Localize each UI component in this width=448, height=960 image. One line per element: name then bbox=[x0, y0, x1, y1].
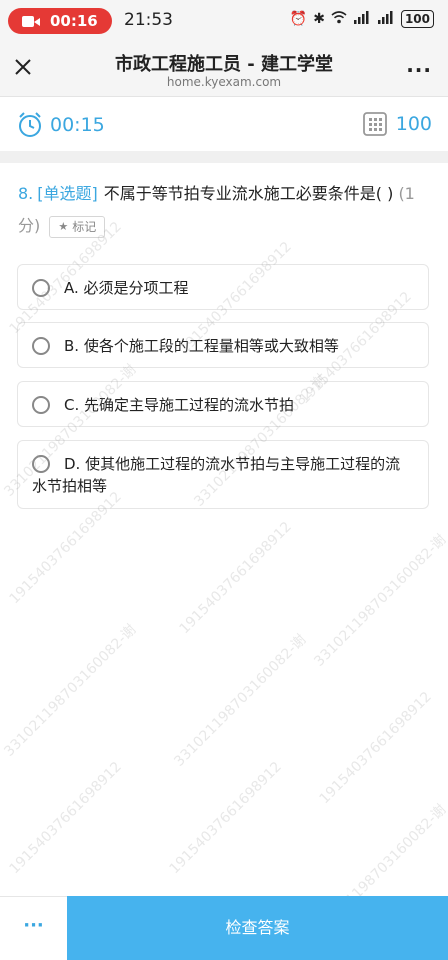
signal-icon-2 bbox=[377, 10, 395, 28]
watermark: 19154037661698912 bbox=[166, 758, 285, 878]
watermark: 331021198703160082-谢 bbox=[1, 621, 140, 760]
watermark: 19154037661698912 bbox=[316, 688, 435, 808]
system-icons: ⏰ ✱ 100 bbox=[290, 10, 434, 28]
alarm-icon: ⏰ bbox=[289, 11, 308, 27]
mark-label: 标记 bbox=[72, 219, 97, 234]
bottom-action-bar: ··· 检查答案 bbox=[0, 896, 448, 960]
battery-icon: 100 bbox=[400, 10, 434, 28]
radio-icon bbox=[32, 279, 50, 297]
clock: 21:53 bbox=[124, 10, 173, 30]
option-c[interactable]: C. 先确定主导施工过程的流水节拍 bbox=[17, 381, 429, 427]
question-stem: 8. [单选题] 不属于等节拍专业流水施工必要条件是( ) (1分) ★ 标记 bbox=[18, 178, 432, 242]
mark-button[interactable]: ★ 标记 bbox=[49, 215, 106, 238]
question-text: 不属于等节拍专业流水施工必要条件是( ) bbox=[103, 184, 394, 203]
divider bbox=[0, 151, 448, 163]
option-label: D. 使其他施工过程的流水节拍与主导施工过程的流水节拍相等 bbox=[32, 455, 401, 495]
page-title: 市政工程施工员 - 建工学堂 bbox=[114, 54, 333, 75]
more-menu-button[interactable]: ··· bbox=[406, 58, 432, 82]
radio-icon bbox=[32, 396, 50, 414]
watermark: 19154037661698912 bbox=[6, 758, 125, 878]
option-label: A. 必须是分项工程 bbox=[64, 279, 189, 297]
video-camera-icon bbox=[22, 15, 40, 28]
watermark: 19154037661698912 bbox=[176, 518, 295, 638]
exam-toolbar: 00:15 100 bbox=[0, 97, 448, 151]
signal-icon bbox=[353, 10, 371, 28]
screen-record-indicator[interactable]: 00:16 bbox=[8, 8, 112, 34]
question-count-button[interactable]: 100 bbox=[362, 111, 432, 137]
option-b[interactable]: B. 使各个施工段的工程量相等或大致相等 bbox=[17, 322, 429, 368]
wifi-icon bbox=[331, 10, 347, 28]
question-type: [单选题] bbox=[37, 184, 98, 203]
record-time: 00:16 bbox=[50, 12, 98, 30]
option-label: B. 使各个施工段的工程量相等或大致相等 bbox=[64, 337, 339, 355]
bluetooth-icon: ✱ bbox=[313, 11, 325, 27]
option-d[interactable]: D. 使其他施工过程的流水节拍与主导施工过程的流水节拍相等 bbox=[17, 440, 429, 509]
check-answer-button[interactable]: 检查答案 bbox=[67, 896, 448, 960]
question-number: 8. bbox=[18, 184, 34, 203]
answer-sheet-icon bbox=[362, 112, 387, 136]
radio-icon bbox=[32, 337, 50, 355]
nav-bar: 市政工程施工员 - 建工学堂 home.kyexam.com ··· bbox=[0, 42, 448, 97]
watermark: 331021198703160082-谢 bbox=[171, 631, 310, 770]
more-options-button[interactable]: ··· bbox=[0, 896, 67, 960]
watermark: 331021198703160082-谢 bbox=[311, 531, 448, 670]
timer-value: 00:15 bbox=[50, 114, 105, 136]
status-bar: 00:16 21:53 ⏰ ✱ 100 bbox=[0, 0, 448, 42]
timer: 00:15 bbox=[16, 111, 105, 139]
option-a[interactable]: A. 必须是分项工程 bbox=[17, 264, 429, 310]
option-label: C. 先确定主导施工过程的流水节拍 bbox=[64, 396, 295, 414]
star-icon: ★ bbox=[58, 219, 69, 233]
alarm-clock-icon bbox=[19, 112, 41, 137]
question-count: 100 bbox=[395, 113, 432, 135]
page-url: home.kyexam.com bbox=[166, 75, 282, 89]
radio-icon bbox=[32, 455, 50, 473]
